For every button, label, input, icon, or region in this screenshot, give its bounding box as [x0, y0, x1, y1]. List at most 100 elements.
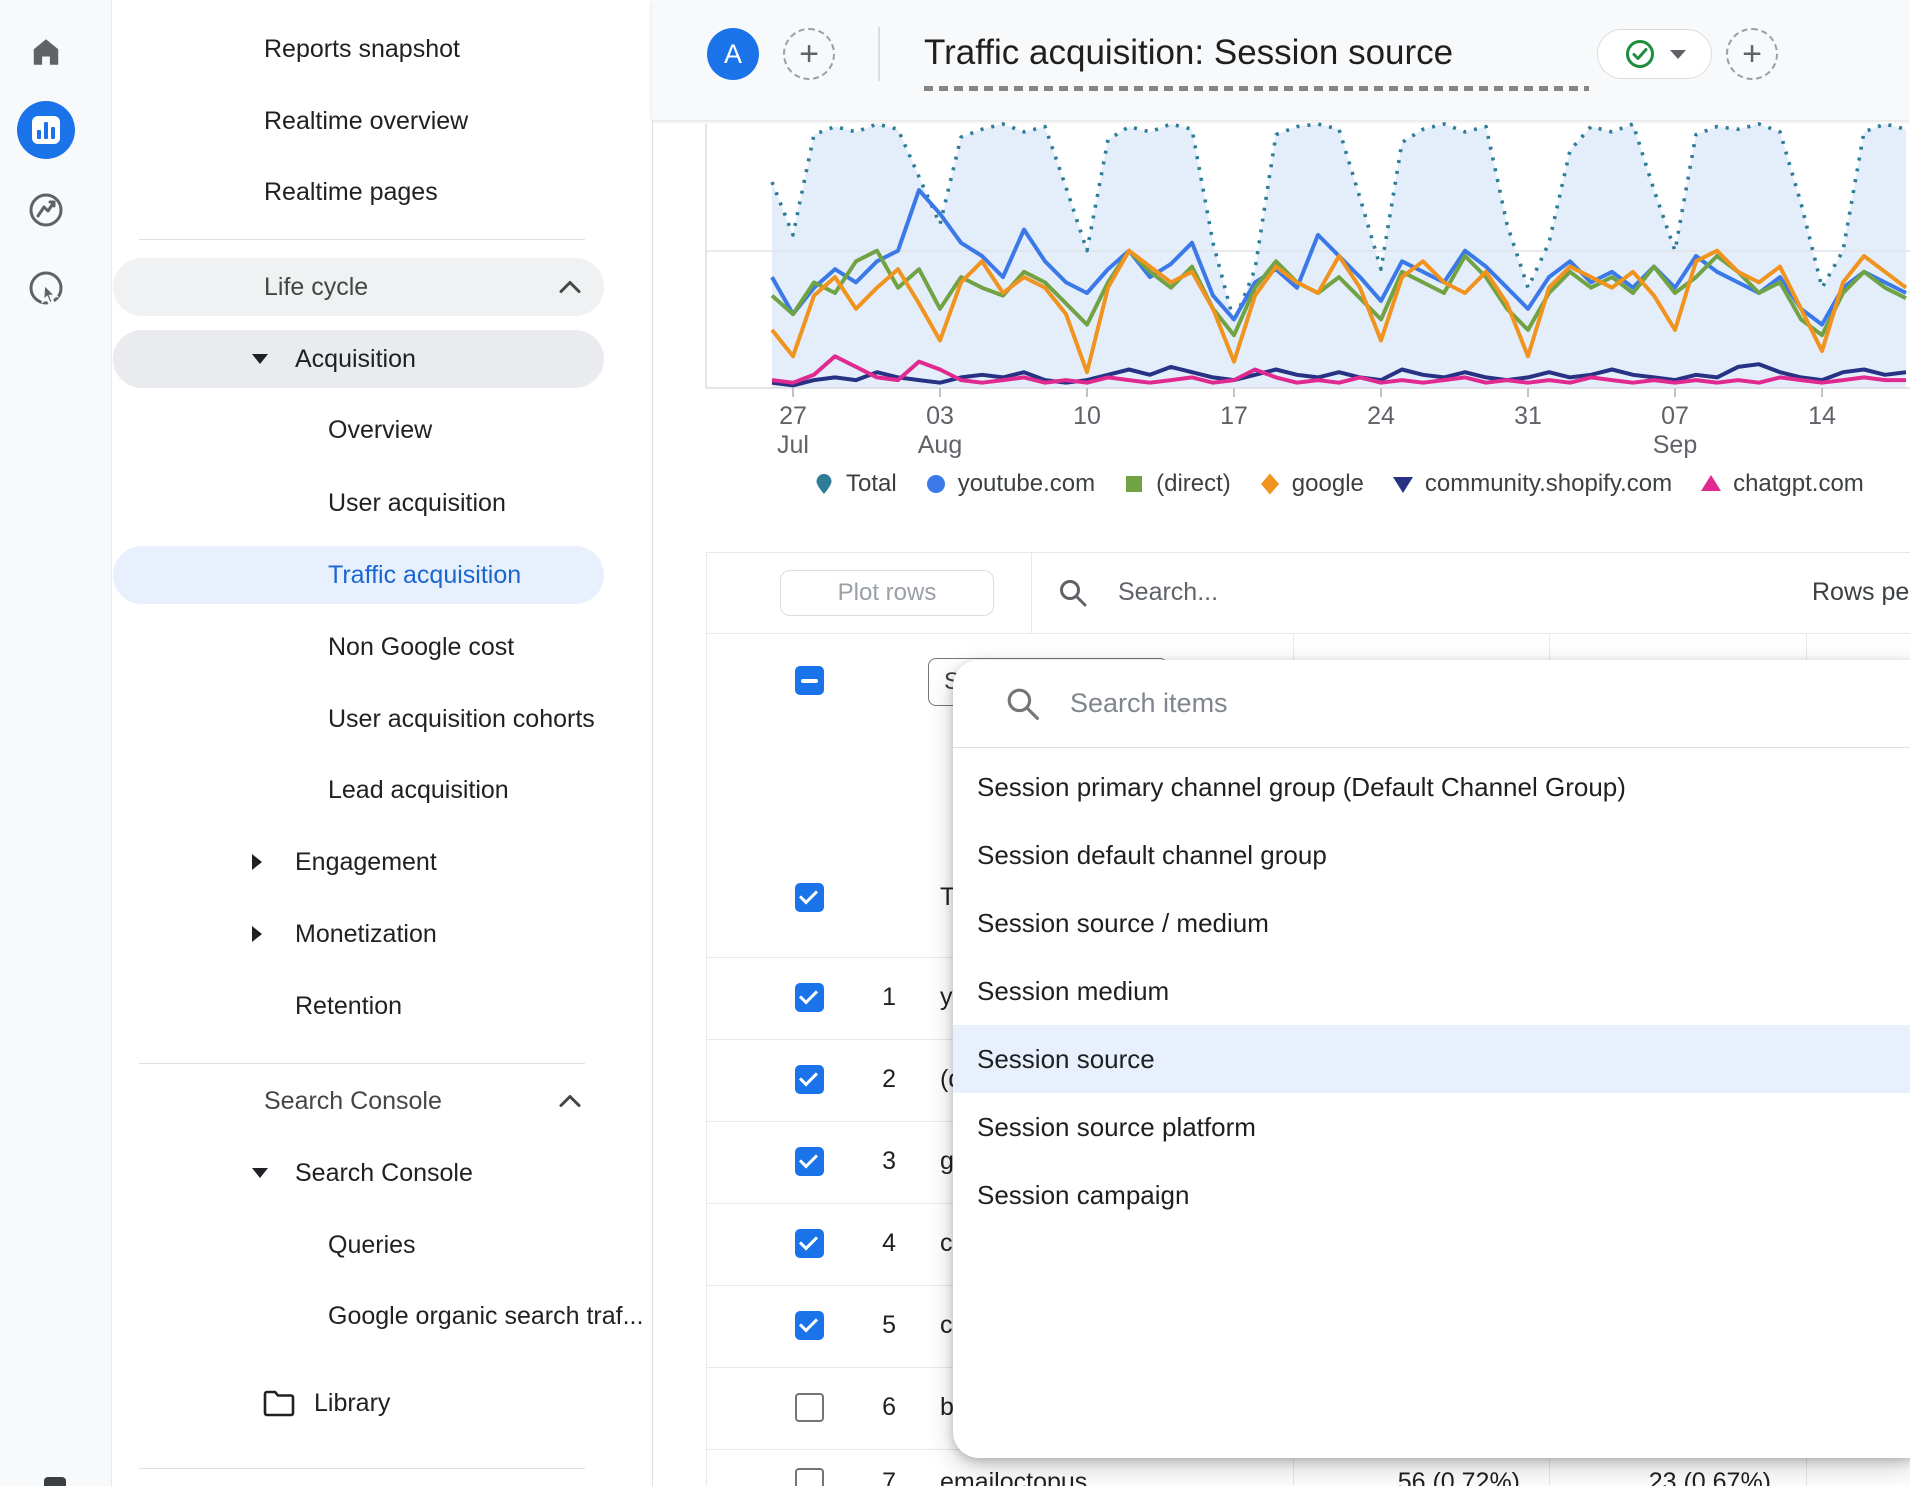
dropdown-option-session-source-platform[interactable]: Session source platform: [953, 1093, 1910, 1161]
sidebar-item-label: Monetization: [295, 920, 437, 949]
dropdown-option-session-medium[interactable]: Session medium: [953, 957, 1910, 1025]
x-axis-tick-label: 27Jul: [777, 402, 809, 460]
sidebar-item-overview[interactable]: Overview: [111, 401, 652, 459]
row-checkbox[interactable]: [795, 883, 824, 912]
row-number: 4: [852, 1229, 896, 1258]
chevron-up-icon[interactable]: [558, 1094, 582, 1108]
sidebar-item-google-organic-search-traf[interactable]: Google organic search traf...: [111, 1287, 652, 1345]
sidebar-divider: [139, 1468, 585, 1469]
chevron-right-icon[interactable]: [252, 926, 262, 942]
reports-icon[interactable]: [17, 101, 75, 159]
dropdown-option-session-campaign[interactable]: Session campaign: [953, 1161, 1910, 1229]
dropdown-options: Session primary channel group (Default C…: [953, 753, 1910, 1229]
chevron-right-icon[interactable]: [252, 854, 262, 870]
row-dimension-label: emailoctopus: [940, 1468, 1087, 1486]
reports-sidebar: Reports snapshot Realtime overview Realtim…: [111, 0, 653, 1486]
dropdown-option-session-source-medium[interactable]: Session source / medium: [953, 889, 1910, 957]
sidebar-item-library[interactable]: Library: [111, 1374, 652, 1432]
sidebar-item-life-cycle[interactable]: Life cycle: [111, 258, 652, 316]
sidebar-item-realtime-pages[interactable]: Realtime pages: [111, 163, 652, 221]
legend-item--direct-[interactable]: (direct): [1122, 470, 1231, 498]
home-icon[interactable]: [17, 23, 75, 81]
chevron-down-icon[interactable]: [252, 354, 268, 364]
row-checkbox[interactable]: [795, 1065, 824, 1094]
chevron-up-icon[interactable]: [558, 280, 582, 294]
dropdown-option-session-default-channel-group[interactable]: Session default channel group: [953, 821, 1910, 889]
sidebar-item-label: Search Console: [295, 1159, 473, 1188]
legend-item-google[interactable]: google: [1258, 470, 1364, 498]
sidebar-item-search-console[interactable]: Search Console: [111, 1144, 652, 1202]
legend-label: youtube.com: [958, 470, 1095, 498]
traffic-line-chart[interactable]: [652, 121, 1910, 500]
sidebar-item-queries[interactable]: Queries: [111, 1216, 652, 1274]
metric-engaged-sessions: 23 (0.67%): [1649, 1468, 1771, 1486]
plus-icon: +: [799, 35, 819, 74]
plot-rows-button[interactable]: Plot rows: [780, 570, 994, 616]
dropdown-divider: [953, 747, 1910, 748]
dropdown-search-input[interactable]: Search items: [1070, 688, 1228, 719]
dropdown-option-session-source[interactable]: Session source: [953, 1025, 1910, 1093]
sidebar-item-acquisition[interactable]: Acquisition: [111, 330, 652, 388]
row-checkbox[interactable]: [795, 1229, 824, 1258]
sidebar-item-label: Reports snapshot: [264, 35, 460, 64]
sidebar-item-monetization[interactable]: Monetization: [111, 905, 652, 963]
row-number: 2: [852, 1065, 896, 1094]
sidebar-item-label: Lead acquisition: [328, 776, 509, 805]
sidebar-item-search-console[interactable]: Search Console: [111, 1072, 652, 1130]
dropdown-option-session-primary-channel-group-default-channel-group[interactable]: Session primary channel group (Default C…: [953, 753, 1910, 821]
header-divider: [878, 27, 880, 81]
sidebar-item-user-acquisition[interactable]: User acquisition: [111, 474, 652, 532]
x-axis-tick-label: 07Sep: [1653, 402, 1697, 460]
triangle-down-marker-icon: [1391, 472, 1415, 496]
sidebar-item-retention[interactable]: Retention: [111, 977, 652, 1035]
left-rail: [0, 0, 112, 1486]
sidebar-divider: [139, 239, 585, 240]
row-checkbox[interactable]: [795, 983, 824, 1012]
title-dotted-underline: [924, 86, 1589, 91]
sidebar-item-label: Retention: [295, 992, 402, 1021]
sidebar-item-reports-snapshot[interactable]: Reports snapshot: [111, 20, 652, 78]
sidebar-item-label: Overview: [328, 416, 432, 445]
chevron-down-icon: [1670, 50, 1686, 59]
sidebar-item-label: Library: [314, 1389, 390, 1418]
legend-label: chatgpt.com: [1733, 470, 1864, 498]
avatar[interactable]: A: [707, 28, 759, 80]
sidebar-item-non-google-cost[interactable]: Non Google cost: [111, 618, 652, 676]
legend-item-youtube-com[interactable]: youtube.com: [924, 470, 1095, 498]
sidebar-item-user-acquisition-cohorts[interactable]: User acquisition cohorts: [111, 690, 652, 748]
table-search-input[interactable]: Search...: [1118, 578, 1218, 607]
sidebar-item-label: Google organic search traf...: [328, 1302, 643, 1331]
sidebar-item-traffic-acquisition[interactable]: Traffic acquisition: [111, 546, 652, 604]
chevron-down-icon[interactable]: [252, 1168, 268, 1178]
reports-bar-chart-icon: [32, 116, 60, 144]
chart-legend: Total youtube.com (direct) google community.…: [812, 462, 1864, 506]
rows-per-page-label: Rows pe: [1812, 578, 1909, 607]
legend-item-chatgpt-com[interactable]: chatgpt.com: [1699, 470, 1864, 498]
sidebar-item-label: Life cycle: [264, 273, 368, 302]
sidebar-item-realtime-overview[interactable]: Realtime overview: [111, 92, 652, 150]
sidebar-item-lead-acquisition[interactable]: Lead acquisition: [111, 761, 652, 819]
sidebar-item-label: Realtime pages: [264, 178, 438, 207]
row-checkbox[interactable]: [795, 1147, 824, 1176]
row-checkbox[interactable]: [795, 1393, 824, 1422]
explore-icon[interactable]: [17, 181, 75, 239]
sidebar-divider: [139, 1063, 585, 1064]
select-all-checkbox[interactable]: [795, 666, 824, 695]
x-axis-tick-label: 24: [1367, 402, 1395, 431]
sidebar-item-label: Search Console: [264, 1087, 442, 1116]
page-title: Traffic acquisition: Session source: [924, 33, 1453, 73]
row-checkbox[interactable]: [795, 1468, 824, 1486]
report-status-button[interactable]: [1597, 29, 1712, 79]
add-comparison-button[interactable]: +: [783, 28, 835, 80]
advertising-icon[interactable]: [17, 259, 75, 317]
legend-item-Total[interactable]: Total: [812, 470, 897, 498]
sidebar-item-engagement[interactable]: Engagement: [111, 833, 652, 891]
row-number: 3: [852, 1147, 896, 1176]
add-report-button[interactable]: +: [1726, 28, 1778, 80]
sidebar-item-label: Queries: [328, 1231, 416, 1260]
legend-label: (direct): [1156, 470, 1231, 498]
rail-bottom-partial-icon[interactable]: [44, 1477, 66, 1486]
row-number: 7: [852, 1468, 896, 1486]
row-checkbox[interactable]: [795, 1311, 824, 1340]
legend-item-community-shopify-com[interactable]: community.shopify.com: [1391, 470, 1672, 498]
